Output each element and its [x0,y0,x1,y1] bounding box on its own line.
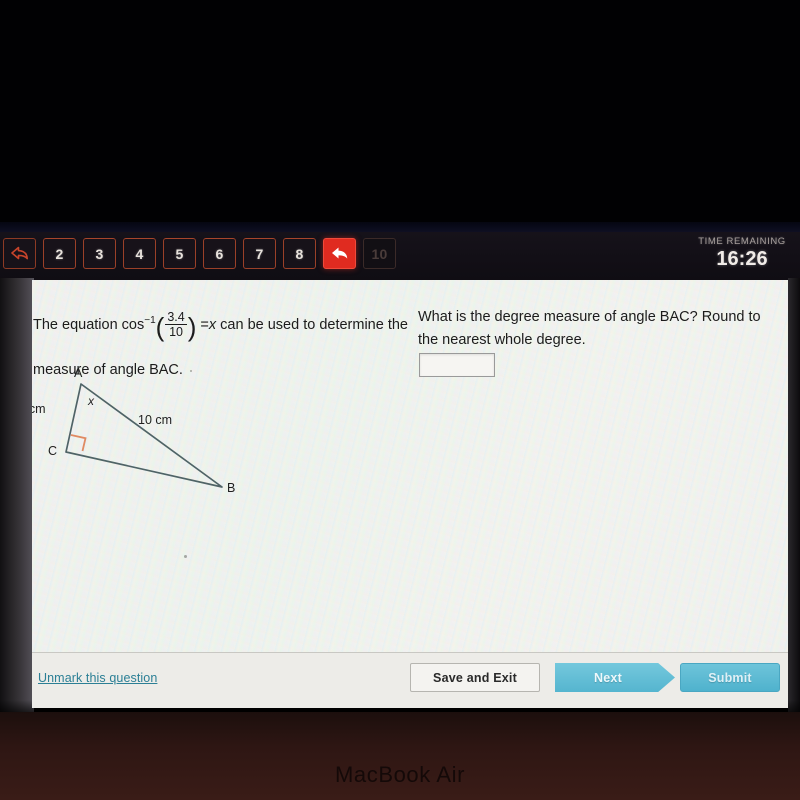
vertex-label-c: C [48,444,58,458]
nav-question-8[interactable]: 8 [283,238,316,269]
nav-question-5[interactable]: 5 [163,238,196,269]
question-nav-strip: 2 3 4 5 6 7 8 10 [3,238,396,269]
dust-speck [184,555,187,558]
nav-current-question-button[interactable] [323,238,356,269]
screen-edge-right [788,278,800,712]
equation-open-paren: ( [155,312,165,342]
right-triangle-diagram: A C B 3.4 cm 10 cm x [32,366,276,507]
macbook-brand-label: MacBook Air [334,762,466,787]
submit-button[interactable]: Submit [680,663,780,692]
nav-question-4[interactable]: 4 [123,238,156,269]
side-label-ac: 3.4 cm [32,402,46,416]
nav-question-5-label: 5 [175,245,184,262]
equation-close-paren: ) [187,312,197,342]
nav-back-button[interactable] [3,238,36,269]
vertex-label-b: B [227,481,236,495]
back-arrow-icon [330,246,349,261]
fraction-numerator: 3.4 [167,309,185,324]
nav-question-2[interactable]: 2 [43,238,76,269]
unmark-question-link[interactable]: Unmark this question [38,671,157,685]
time-remaining-label: TIME REMAINING [698,236,786,247]
back-arrow-icon [10,246,29,261]
question-left-middle-text: can be used to determine the [216,317,408,333]
nav-question-6-label: 6 [215,245,224,262]
nav-question-10-label: 10 [371,245,388,262]
equation-equals: = [200,317,209,333]
time-remaining-value: 16:26 [716,248,768,270]
equation-expression: The equation cos−1(3.4 10) =x [33,310,216,342]
side-label-ab: 10 cm [138,413,173,427]
angle-label-x: x [88,394,94,408]
question-toolbar: Unmark this question Save and Exit Next … [32,652,788,708]
nav-question-3[interactable]: 3 [83,238,116,269]
nav-question-7-label: 7 [255,245,264,262]
nav-question-3-label: 3 [95,245,104,262]
answer-input[interactable] [419,353,495,377]
question-content-panel: The equation cos−1(3.4 10) =x can be used… [32,280,788,708]
photo-of-laptop-screen: 2 3 4 5 6 7 8 10 TIME REMAINING 16:26 Th… [0,0,800,800]
equation-exponent: −1 [144,315,156,327]
nav-question-6[interactable]: 6 [203,238,236,269]
screen-edge-left [0,278,34,712]
equation-prefix: The equation cos [33,317,145,333]
next-button[interactable]: Next [555,663,675,692]
nav-question-8-label: 8 [295,245,304,262]
question-prompt-right: What is the degree measure of angle BAC?… [418,309,761,349]
question-nav-bar: 2 3 4 5 6 7 8 10 [0,232,800,280]
nav-question-10[interactable]: 10 [363,238,396,269]
screen-bezel-top [0,0,800,228]
nav-question-2-label: 2 [55,245,64,262]
nav-question-7[interactable]: 7 [243,238,276,269]
time-remaining: TIME REMAINING 16:26 [686,236,798,271]
vertex-label-a: A [74,366,83,380]
fraction-denominator: 10 [165,323,187,339]
equation-fraction: 3.4 10 [165,309,187,339]
nav-question-4-label: 4 [135,245,144,262]
save-and-exit-button[interactable]: Save and Exit [410,663,540,692]
